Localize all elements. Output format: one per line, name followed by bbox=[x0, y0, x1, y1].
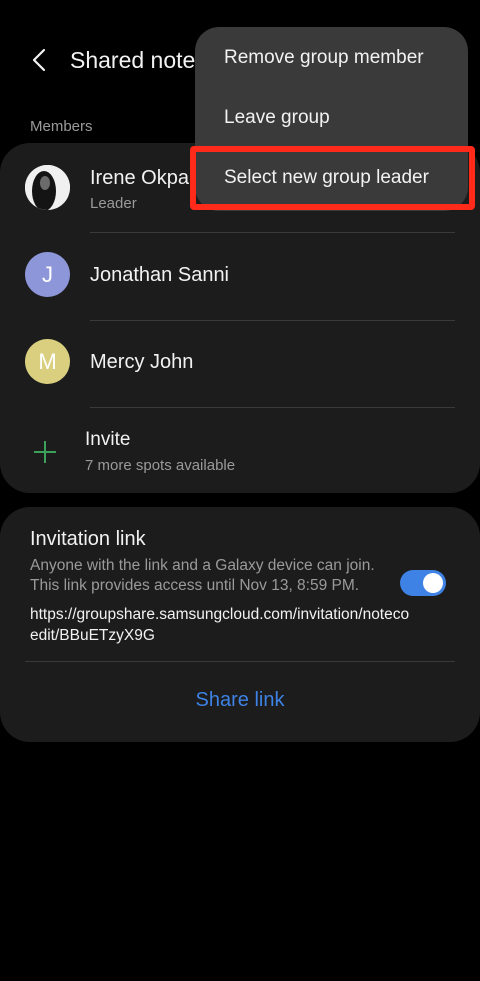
menu-item-remove-member[interactable]: Remove group member bbox=[195, 28, 468, 88]
page-title: Shared note bbox=[70, 47, 196, 73]
popup-menu: Remove group member Leave group Select n… bbox=[195, 27, 468, 211]
member-name: Irene Okpa bbox=[90, 167, 189, 189]
plus-icon bbox=[34, 441, 56, 463]
invitation-description: Anyone with the link and a Galaxy device… bbox=[30, 557, 375, 594]
divider bbox=[90, 407, 455, 408]
member-row-mercy[interactable]: M Mercy John bbox=[0, 320, 480, 407]
invite-label: Invite bbox=[85, 429, 131, 450]
profile-photo-icon bbox=[25, 165, 70, 210]
member-name: Jonathan Sanni bbox=[90, 264, 230, 286]
invitation-link-toggle[interactable] bbox=[400, 570, 446, 596]
avatar bbox=[25, 165, 70, 210]
members-section-label: Members bbox=[30, 118, 93, 135]
share-link-button[interactable]: Share link bbox=[0, 689, 480, 712]
back-button[interactable] bbox=[22, 42, 58, 78]
member-role: Leader bbox=[90, 195, 137, 212]
member-name: Mercy John bbox=[90, 351, 194, 373]
invite-row[interactable]: Invite 7 more spots available bbox=[0, 419, 480, 489]
avatar: M bbox=[25, 339, 70, 384]
menu-item-leave-group[interactable]: Leave group bbox=[195, 88, 468, 148]
invite-spots-text: 7 more spots available bbox=[85, 457, 236, 474]
invitation-card: Invitation link Anyone with the link and… bbox=[0, 507, 480, 742]
divider bbox=[25, 661, 455, 662]
invitation-url: https://groupshare.samsungcloud.com/invi… bbox=[30, 606, 410, 644]
toggle-knob bbox=[423, 573, 443, 593]
screen: Shared note Members Irene Okpa Leader J … bbox=[0, 0, 480, 981]
chevron-left-icon bbox=[32, 48, 46, 72]
member-row-jonathan[interactable]: J Jonathan Sanni bbox=[0, 232, 480, 319]
avatar: J bbox=[25, 252, 70, 297]
invitation-title: Invitation link bbox=[30, 528, 146, 550]
menu-item-select-new-leader[interactable]: Select new group leader bbox=[195, 148, 468, 208]
